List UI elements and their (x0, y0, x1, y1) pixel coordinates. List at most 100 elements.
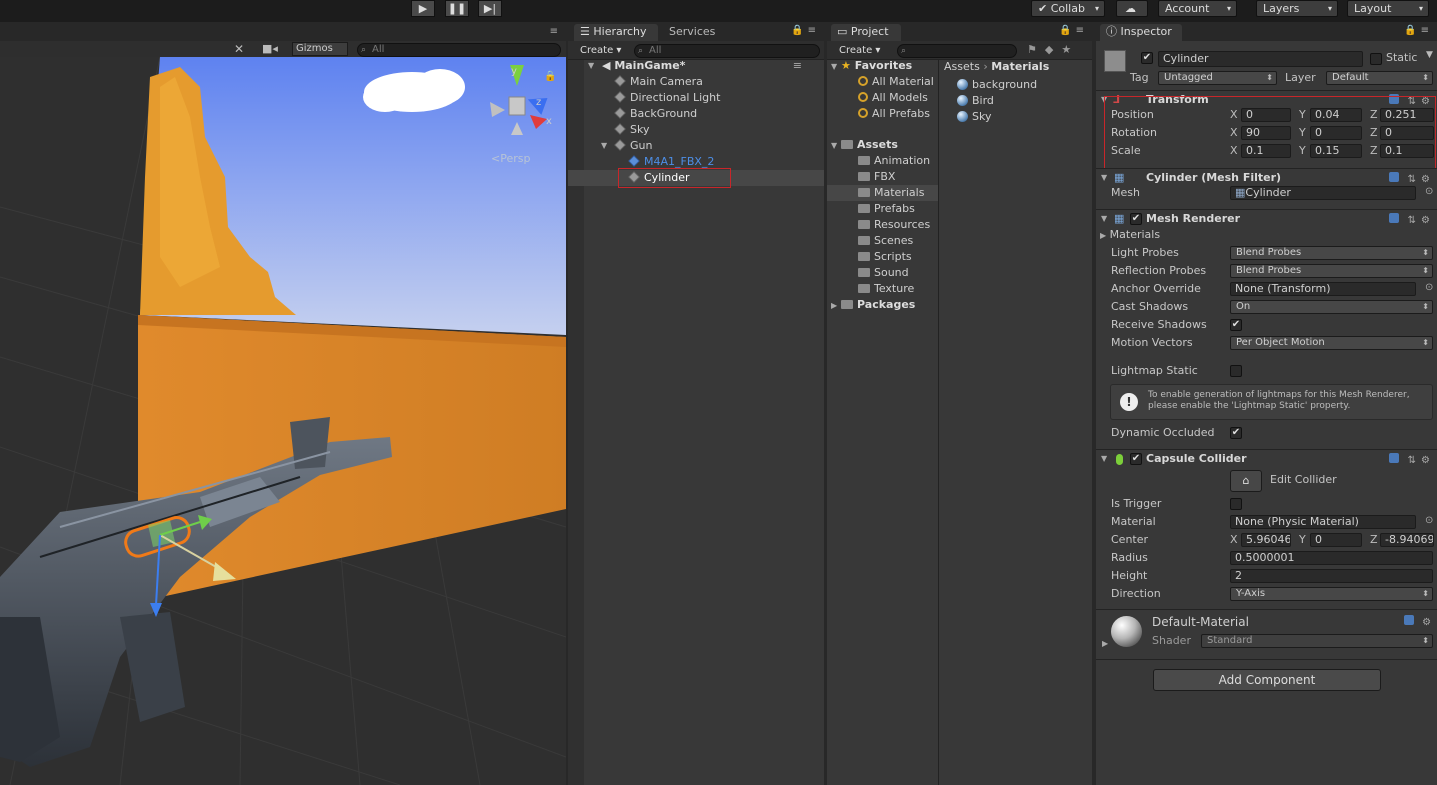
material-item[interactable]: Sky (957, 109, 991, 125)
breadcrumb-item[interactable]: Assets (944, 60, 980, 73)
light-probes-dropdown[interactable]: Blend Probes (1230, 246, 1433, 260)
expand-arrow-icon[interactable]: ▼ (588, 58, 594, 74)
tag-dropdown[interactable]: Untagged (1158, 71, 1277, 85)
object-picker-icon[interactable]: ⊙ (1425, 515, 1433, 526)
direction-dropdown[interactable]: Y-Axis (1230, 587, 1433, 601)
scene-view[interactable]: ≡ ✕ ■◂ Gizmos ⌕ All y z x <Persp 🔒 (0, 22, 566, 785)
material-item[interactable]: background (957, 77, 1037, 93)
materials-row[interactable]: ▶ Materials (1100, 227, 1437, 243)
asset-folder[interactable]: Resources (858, 217, 930, 233)
object-picker-icon[interactable]: ⊙ (1425, 186, 1433, 197)
hierarchy-item-gun[interactable]: ▼ Gun (601, 138, 824, 154)
position-z-field[interactable]: 0.251 (1380, 108, 1434, 122)
center-z-field[interactable]: -8.94069 (1380, 533, 1434, 547)
camera-icon[interactable]: ■◂ (262, 42, 278, 55)
hierarchy-item-directional-light[interactable]: Directional Light (614, 90, 824, 106)
object-picker-icon[interactable]: ⊙ (1425, 282, 1433, 293)
cast-shadows-dropdown[interactable]: On (1230, 300, 1433, 314)
static-dropdown-icon[interactable]: ▼ (1426, 50, 1433, 60)
filter-icons[interactable]: ⚑◆★ (1027, 43, 1079, 56)
is-trigger-checkbox[interactable] (1230, 498, 1242, 510)
asset-folder[interactable]: Scenes (858, 233, 913, 249)
asset-folder-selected[interactable]: Materials (827, 185, 938, 201)
expand-arrow-icon[interactable]: ▼ (831, 62, 837, 71)
hierarchy-item-cylinder[interactable]: Cylinder (568, 168, 824, 188)
layout-dropdown[interactable]: Layout ▾ (1347, 0, 1429, 17)
rotation-y-field[interactable]: 0 (1310, 126, 1362, 140)
scale-y-field[interactable]: 0.15 (1310, 144, 1362, 158)
center-x-field[interactable]: 5.960464 (1241, 533, 1291, 547)
hierarchy-item-main-camera[interactable]: Main Camera (614, 74, 824, 90)
dynamic-occluded-checkbox[interactable]: ✔ (1230, 427, 1242, 439)
play-button[interactable]: ▶ (411, 0, 435, 17)
rotation-x-field[interactable]: 90 (1241, 126, 1291, 140)
active-checkbox[interactable]: ✔ (1141, 52, 1153, 64)
lock-icon[interactable]: 🔒 (544, 70, 556, 82)
panel-menu-icon[interactable]: ≡ (550, 26, 562, 37)
hierarchy-item-sky[interactable]: Sky (614, 122, 824, 138)
reflection-probes-dropdown[interactable]: Blend Probes (1230, 264, 1433, 278)
rotation-z-field[interactable]: 0 (1380, 126, 1434, 140)
step-button[interactable]: ▶| (478, 0, 502, 17)
favorite-item[interactable]: All Prefabs (858, 106, 930, 122)
component-tools-icons[interactable]: ⇅⚙ (1389, 452, 1435, 470)
expand-arrow-icon[interactable]: ▼ (601, 138, 607, 154)
fold-arrow-icon[interactable]: ▼ (1101, 450, 1107, 468)
collab-button[interactable]: ✔ Collab ▾ (1031, 0, 1105, 17)
scene-search-input[interactable]: ⌕ All (357, 43, 561, 57)
pause-button[interactable]: ❚❚ (445, 0, 469, 17)
expand-arrow-icon[interactable]: ▼ (831, 141, 837, 150)
assets-header[interactable]: ▼ Assets (831, 137, 898, 153)
asset-folder[interactable]: Sound (858, 265, 909, 281)
center-y-field[interactable]: 0 (1310, 533, 1362, 547)
static-checkbox[interactable] (1370, 53, 1382, 65)
collapse-arrow-icon[interactable]: ▶ (1100, 231, 1106, 240)
layer-dropdown[interactable]: Default (1326, 71, 1433, 85)
mesh-renderer-enabled-checkbox[interactable]: ✔ (1130, 213, 1142, 225)
favorite-item[interactable]: All Models (858, 90, 928, 106)
edit-collider-button[interactable]: ⌂ (1230, 470, 1262, 492)
tools-icon[interactable]: ✕ (234, 42, 244, 56)
receive-shadows-checkbox[interactable]: ✔ (1230, 319, 1242, 331)
cloud-button[interactable]: ☁ (1116, 0, 1148, 17)
fold-arrow-icon[interactable]: ▼ (1101, 169, 1107, 187)
favorites-header[interactable]: ▼ ★ Favorites (831, 58, 912, 74)
mesh-field[interactable]: ▦Cylinder (1230, 186, 1416, 200)
scale-z-field[interactable]: 0.1 (1380, 144, 1434, 158)
lock-and-menu-icon[interactable]: 🔒≡ (1059, 25, 1088, 36)
tab-services[interactable]: Services (663, 24, 723, 41)
hierarchy-create-button[interactable]: Create ▾ (580, 43, 621, 58)
anchor-override-field[interactable]: None (Transform) (1230, 282, 1416, 296)
lock-and-menu-icon[interactable]: 🔒≡ (791, 25, 820, 36)
collapse-arrow-icon[interactable]: ▶ (831, 301, 837, 310)
collapse-arrow-icon[interactable]: ▶ (1102, 639, 1108, 648)
scene-menu-icon[interactable]: ≡ (793, 58, 802, 74)
object-name-field[interactable]: Cylinder (1158, 51, 1363, 67)
fold-arrow-icon[interactable]: ▼ (1101, 210, 1107, 228)
capsule-collider-enabled-checkbox[interactable]: ✔ (1130, 453, 1142, 465)
asset-folder[interactable]: Scripts (858, 249, 912, 265)
asset-folder[interactable]: Texture (858, 281, 914, 297)
material-tools-icons[interactable]: ⚙ (1404, 615, 1436, 628)
scale-x-field[interactable]: 0.1 (1241, 144, 1291, 158)
persp-label[interactable]: <Persp (491, 152, 530, 165)
lock-and-menu-icon[interactable]: 🔒≡ (1404, 25, 1433, 36)
asset-folder[interactable]: Prefabs (858, 201, 915, 217)
account-dropdown[interactable]: Account ▾ (1158, 0, 1237, 17)
capsule-collider-header[interactable]: ▼ ✔ Capsule Collider ⇅⚙ (1096, 449, 1437, 467)
tab-project[interactable]: ▭ Project (831, 24, 901, 41)
project-search-input[interactable]: ⌕ (897, 44, 1017, 58)
hierarchy-item-background[interactable]: BackGround (614, 106, 824, 122)
tab-hierarchy[interactable]: ☰ Hierarchy (574, 24, 658, 41)
height-field[interactable]: 2 (1230, 569, 1433, 583)
mesh-filter-header[interactable]: ▼ ▦ Cylinder (Mesh Filter) ⇅⚙ (1096, 168, 1437, 186)
radius-field[interactable]: 0.5000001 (1230, 551, 1433, 565)
gizmos-dropdown[interactable]: Gizmos (292, 42, 348, 56)
tab-inspector[interactable]: ⓘ Inspector (1100, 24, 1182, 41)
layers-dropdown[interactable]: Layers ▾ (1256, 0, 1338, 17)
position-y-field[interactable]: 0.04 (1310, 108, 1362, 122)
collider-material-field[interactable]: None (Physic Material) (1230, 515, 1416, 529)
add-component-button[interactable]: Add Component (1153, 669, 1381, 691)
hierarchy-search-input[interactable]: ⌕ All (634, 44, 820, 58)
project-create-button[interactable]: Create ▾ (839, 43, 880, 58)
